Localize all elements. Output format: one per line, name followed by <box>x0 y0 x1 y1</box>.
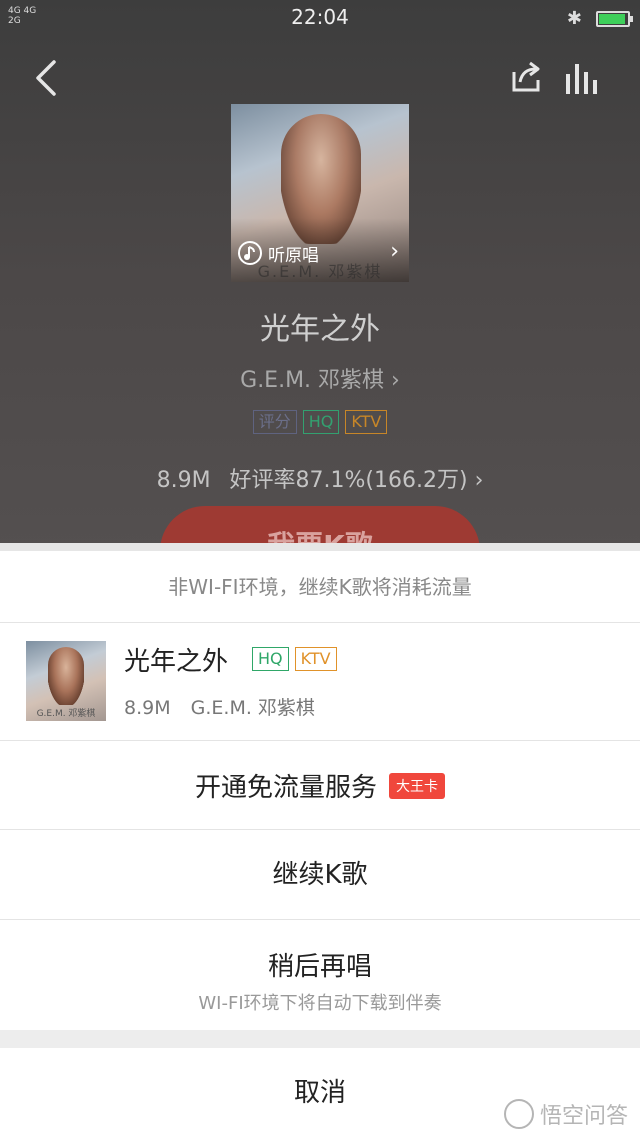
tag-hq: HQ <box>302 410 340 434</box>
card-tags: HQ KTV <box>252 647 337 671</box>
tag-score: 评分 <box>252 410 297 434</box>
tag-ktv: KTV <box>345 410 388 434</box>
sing-later-label: 稍后再唱 <box>267 952 372 982</box>
top-nav <box>0 52 640 108</box>
chevron-right-icon: › <box>391 368 400 393</box>
card-meta: 8.9M G.E.M. 邓紫棋 <box>124 693 315 720</box>
artist-link[interactable]: G.E.M. 邓紫棋 › <box>0 362 640 394</box>
back-button[interactable] <box>30 58 66 98</box>
thumbnail-portrait <box>48 647 84 705</box>
equalizer-button[interactable] <box>564 60 602 96</box>
rating-text: 好评率87.1%(166.2万) <box>229 468 468 493</box>
status-bar: 4G 4G 2G 22:04 ✱ <box>0 0 640 36</box>
equalizer-icon <box>566 64 597 94</box>
sheet-divider <box>0 1030 640 1048</box>
watermark-text: 悟空问答 <box>539 1104 628 1129</box>
thumbnail-caption: G.E.M. 邓紫棋 <box>36 709 96 719</box>
chevron-right-icon: › <box>474 468 484 493</box>
song-stats[interactable]: 8.9M 好评率87.1%(166.2万) › <box>0 462 640 494</box>
song-detail-page: 4G 4G 2G 22:04 ✱ 听原唱 › G.E.M. 邓紫棋 光年之外 G… <box>0 0 640 596</box>
free-traffic-label: 开通免流量服务 <box>194 773 377 803</box>
watermark: 悟空问答 <box>503 1098 628 1130</box>
card-artist: G.E.M. 邓紫棋 <box>190 697 315 719</box>
song-thumbnail: G.E.M. 邓紫棋 <box>26 641 106 721</box>
cover-caption: G.E.M. 邓紫棋 <box>257 262 383 281</box>
sing-later-option[interactable]: 稍后再唱 WI-FI环境下将自动下载到伴奏 <box>0 920 640 1030</box>
chevron-left-icon <box>36 60 56 96</box>
bluetooth-icon: ✱ <box>566 8 582 29</box>
card-title: 光年之外 <box>124 647 229 677</box>
battery-icon <box>596 10 633 27</box>
album-cover[interactable]: 听原唱 › G.E.M. 邓紫棋 <box>231 104 409 282</box>
sheet-top-edge <box>0 543 640 551</box>
song-card: G.E.M. 邓紫棋 光年之外 HQ KTV 8.9M G.E.M. 邓紫棋 <box>0 623 640 741</box>
status-right: ✱ <box>566 8 633 29</box>
share-icon <box>512 61 540 92</box>
traffic-notice: 非WI-FI环境，继续K歌将消耗流量 <box>0 551 640 623</box>
song-title: 光年之外 <box>260 312 380 347</box>
play-count: 8.9M <box>156 468 211 493</box>
card-tag-ktv: KTV <box>294 647 337 671</box>
battery-fill <box>599 13 625 24</box>
status-time: 22:04 <box>291 5 349 29</box>
share-button[interactable] <box>508 60 544 96</box>
wukong-logo-icon <box>503 1099 534 1129</box>
continue-sing-option[interactable]: 继续K歌 <box>0 830 640 920</box>
song-tags: 评分 HQ KTV <box>0 410 640 434</box>
card-tag-hq: HQ <box>252 647 289 671</box>
free-traffic-option[interactable]: 开通免流量服务 大王卡 <box>0 741 640 830</box>
action-sheet: 非WI-FI环境，继续K歌将消耗流量 G.E.M. 邓紫棋 光年之外 HQ KT… <box>0 543 640 1138</box>
card-plays: 8.9M <box>124 697 171 719</box>
continue-sing-label: 继续K歌 <box>272 860 368 890</box>
card-badge: 大王卡 <box>389 772 445 799</box>
sing-later-subtitle: WI-FI环境下将自动下载到伴奏 <box>198 993 442 1014</box>
artist-name: G.E.M. 邓紫棋 <box>240 368 385 393</box>
cancel-label: 取消 <box>293 1078 346 1108</box>
